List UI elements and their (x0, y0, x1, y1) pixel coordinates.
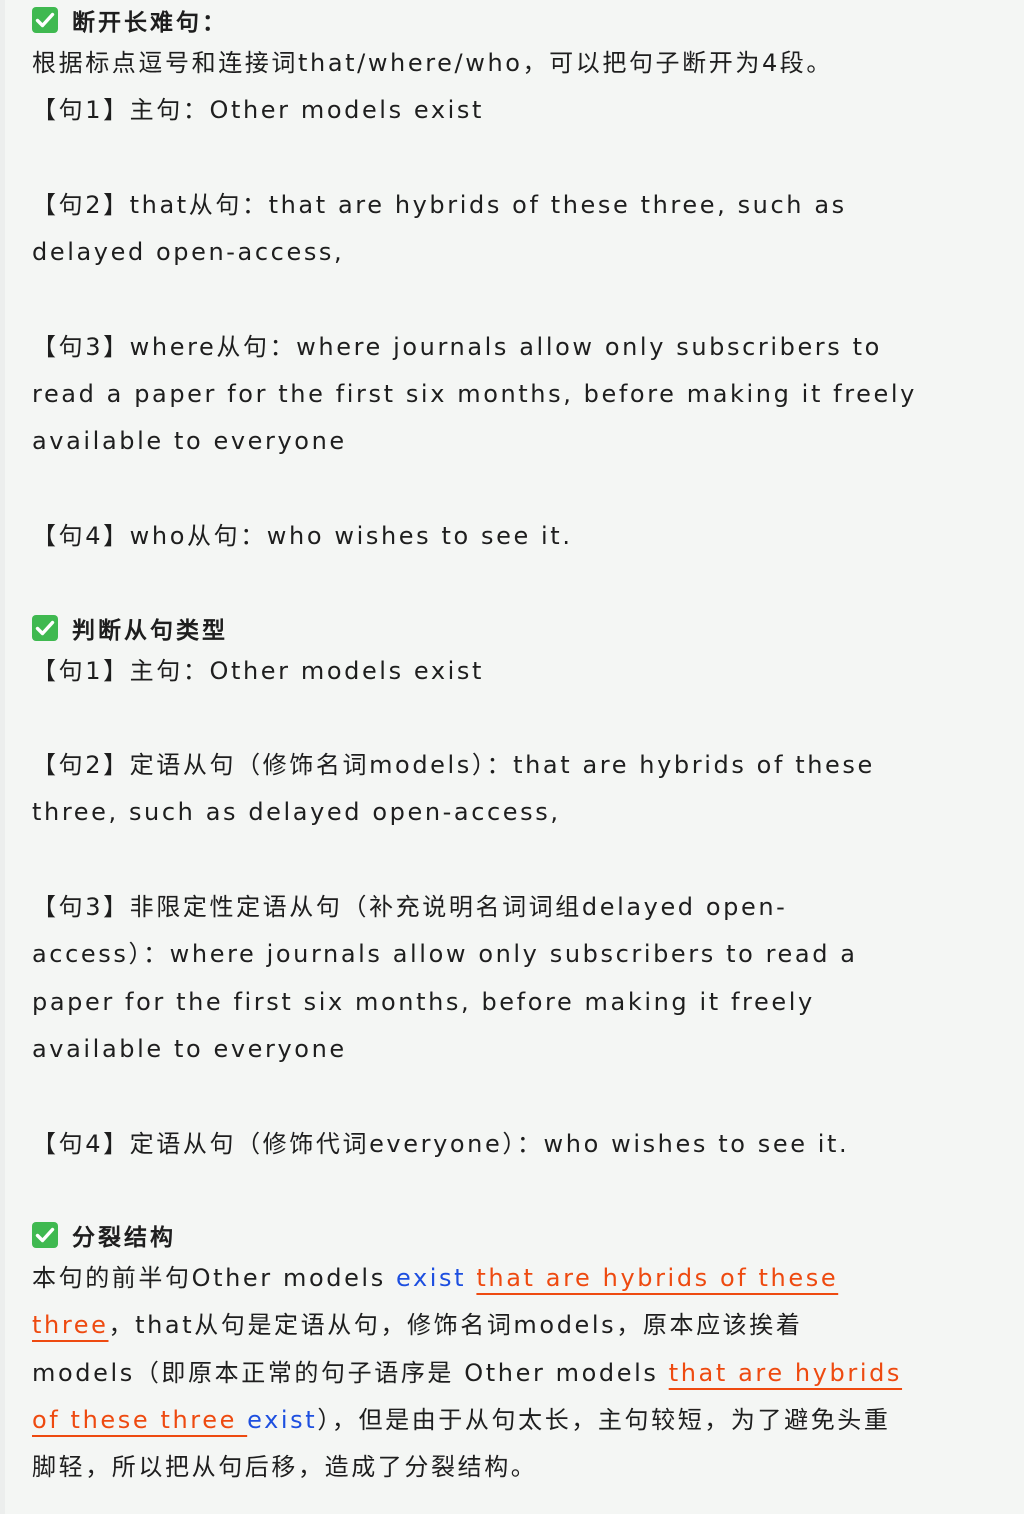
plain-text: ），但是由于从句太长，主句较短，为了避免头重 (317, 1406, 891, 1435)
section-title: 判断从句类型 (72, 617, 228, 644)
highlight-clause: three (32, 1311, 109, 1340)
article-page: 断开长难句： 根据标点逗号和连接词that/where/who，可以把句子断开为… (0, 0, 1024, 1514)
clause-4: 【句4】定语从句（修饰代词everyone）：who wishes to see… (32, 1129, 850, 1158)
clause-3-line-4: available to everyone (32, 1034, 347, 1063)
section-title: 断开长难句： (72, 10, 228, 36)
plain-text: models（即原本正常的句子语序是 Other models (32, 1358, 669, 1387)
section-heading-split-structure: 分裂结构 (32, 1215, 1024, 1255)
section-title: 分裂结构 (72, 1225, 176, 1252)
clause-1: 【句1】主句：Other models exist (32, 656, 485, 685)
clause-3-line-3: available to everyone (32, 427, 347, 456)
explanation-line-3: models（即原本正常的句子语序是 Other models that are… (32, 1350, 1024, 1397)
clause-1: 【句1】主句：Other models exist (32, 96, 485, 125)
highlight-clause: of these three (32, 1406, 248, 1435)
highlight-clause: that are hybrids (668, 1358, 903, 1387)
plain-text: 本句的前半句Other models (32, 1264, 397, 1293)
section-heading-break-sentence: 断开长难句： (32, 0, 1024, 40)
explanation-line-5: 脚轻，所以把从句后移，造成了分裂结构。 (32, 1453, 538, 1482)
intro-text: 根据标点逗号和连接词that/where/who，可以把句子断开为4段。 (32, 49, 834, 77)
explanation-line-4: of these three exist），但是由于从句太长，主句较短，为了避免… (32, 1397, 1024, 1444)
clause-2-line-2: three, such as delayed open-access, (32, 798, 561, 827)
clause-2-line-2: delayed open-access, (32, 238, 345, 267)
plain-text: ，that从句是定语从句，修饰名词models，原本应该挨着 (108, 1311, 803, 1340)
clause-4: 【句4】who从句：who wishes to see it. (32, 521, 573, 550)
highlight-exist: exist (247, 1406, 318, 1435)
clause-3-line-1: 【句3】非限定性定语从句（补充说明名词词组delayed open- (32, 893, 788, 922)
highlight-clause: that are hybrids of these (476, 1264, 839, 1293)
clause-3-line-3: paper for the first six months, before m… (32, 987, 815, 1016)
explanation-line-1: 本句的前半句Other models exist that are hybrid… (32, 1255, 1024, 1302)
check-mark-icon (32, 614, 58, 641)
check-mark-icon (32, 7, 58, 33)
clause-3-line-1: 【句3】where从句：where journals allow only su… (32, 332, 882, 361)
highlight-exist: exist (396, 1264, 467, 1293)
section-heading-clause-type: 判断从句类型 (32, 608, 1024, 648)
clause-3-line-2: access）：where journals allow only subscr… (32, 940, 858, 969)
left-divider (0, 0, 5, 1514)
check-mark-icon (32, 1222, 58, 1249)
clause-2-line-1: 【句2】that从句：that are hybrids of these thr… (32, 190, 847, 219)
clause-2-line-1: 【句2】定语从句（修饰名词models）：that are hybrids of… (32, 751, 875, 780)
clause-3-line-2: read a paper for the first six months, b… (32, 380, 917, 409)
explanation-line-2: three，that从句是定语从句，修饰名词models，原本应该挨着 (32, 1302, 1024, 1349)
